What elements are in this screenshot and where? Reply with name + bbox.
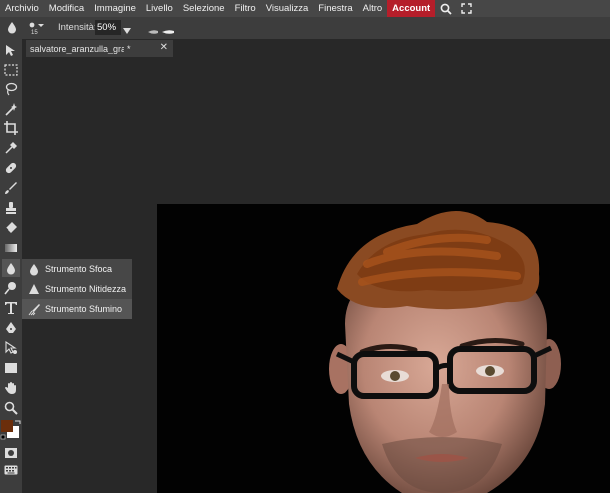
menu-modifica[interactable]: Modifica <box>44 0 89 17</box>
chevron-down-icon[interactable] <box>123 22 131 40</box>
menu-filtro[interactable]: Filtro <box>230 0 261 17</box>
menu-account[interactable]: Account <box>387 0 436 17</box>
modified-indicator: * <box>127 43 131 54</box>
pen-tool-icon[interactable] <box>2 319 20 337</box>
blur-tool-active-icon[interactable] <box>2 259 20 277</box>
gradient-tool-icon[interactable] <box>2 239 20 257</box>
document-tab-name: salvatore_aranzulla_gra <box>30 43 124 54</box>
blur-drop-icon <box>24 259 44 279</box>
blur-tools-flyout: Strumento Sfoca Strumento Nitidezza Stru… <box>22 259 132 319</box>
flyout-item-smudge[interactable]: Strumento Sfumino <box>22 299 132 319</box>
healing-brush-tool-icon[interactable] <box>2 159 20 177</box>
zoom-tool-icon[interactable] <box>2 399 20 417</box>
tool-bar <box>0 39 22 493</box>
menu-finestra[interactable]: Finestra <box>313 0 357 17</box>
search-icon[interactable] <box>437 0 455 17</box>
hand-tool-icon[interactable] <box>2 379 20 397</box>
brush-size: 15 <box>31 30 38 36</box>
crop-tool-icon[interactable] <box>2 119 20 137</box>
menu-livello[interactable]: Livello <box>141 0 178 17</box>
lasso-tool-icon[interactable] <box>2 80 20 98</box>
eraser-tool-icon[interactable] <box>2 219 20 237</box>
magic-wand-tool-icon[interactable] <box>2 100 20 118</box>
flyout-item-sharpen[interactable]: Strumento Nitidezza <box>22 279 132 299</box>
quick-mask-icon[interactable] <box>2 444 20 462</box>
menu-visualizza[interactable]: Visualizza <box>261 0 314 17</box>
menu-immagine[interactable]: Immagine <box>89 0 141 17</box>
shape-tool-icon[interactable] <box>2 359 20 377</box>
keyboard-icon[interactable] <box>2 461 20 479</box>
path-select-tool-icon[interactable] <box>2 339 20 357</box>
menu-archivio[interactable]: Archivio <box>0 0 44 17</box>
menu-altro[interactable]: Altro <box>358 0 388 17</box>
menu-selezione[interactable]: Selezione <box>178 0 230 17</box>
intensity-input[interactable] <box>95 20 121 35</box>
brush-tool-icon[interactable] <box>2 179 20 197</box>
blur-tool-icon <box>7 21 17 34</box>
marquee-tool-icon[interactable] <box>2 61 20 79</box>
close-icon[interactable]: ✕ <box>160 42 168 53</box>
image-canvas[interactable] <box>157 204 610 493</box>
document-tab[interactable]: salvatore_aranzulla_gra * ✕ <box>26 40 173 57</box>
text-tool-icon[interactable] <box>2 299 20 317</box>
fullscreen-icon[interactable] <box>457 0 475 17</box>
options-bar: 15 Intensità: <box>0 17 610 39</box>
flyout-item-label: Strumento Nitidezza <box>45 284 127 294</box>
menu-bar: Archivio Modifica Immagine Livello Selez… <box>0 0 610 17</box>
intensity-label: Intensità: <box>58 22 97 33</box>
document-tabs: salvatore_aranzulla_gra * ✕ <box>22 39 610 57</box>
dodge-tool-icon[interactable] <box>2 279 20 297</box>
sharpen-triangle-icon <box>24 279 44 299</box>
flyout-item-blur[interactable]: Strumento Sfoca <box>22 259 132 279</box>
menu-items: Archivio Modifica Immagine Livello Selez… <box>0 0 436 17</box>
smudge-finger-icon <box>24 299 44 319</box>
move-tool-icon[interactable] <box>2 42 20 60</box>
color-swatches[interactable] <box>0 419 22 441</box>
flyout-item-label: Strumento Sfoca <box>45 264 113 274</box>
flyout-item-label: Strumento Sfumino <box>45 304 123 314</box>
stamp-tool-icon[interactable] <box>2 199 20 217</box>
eyedropper-tool-icon[interactable] <box>2 139 20 157</box>
